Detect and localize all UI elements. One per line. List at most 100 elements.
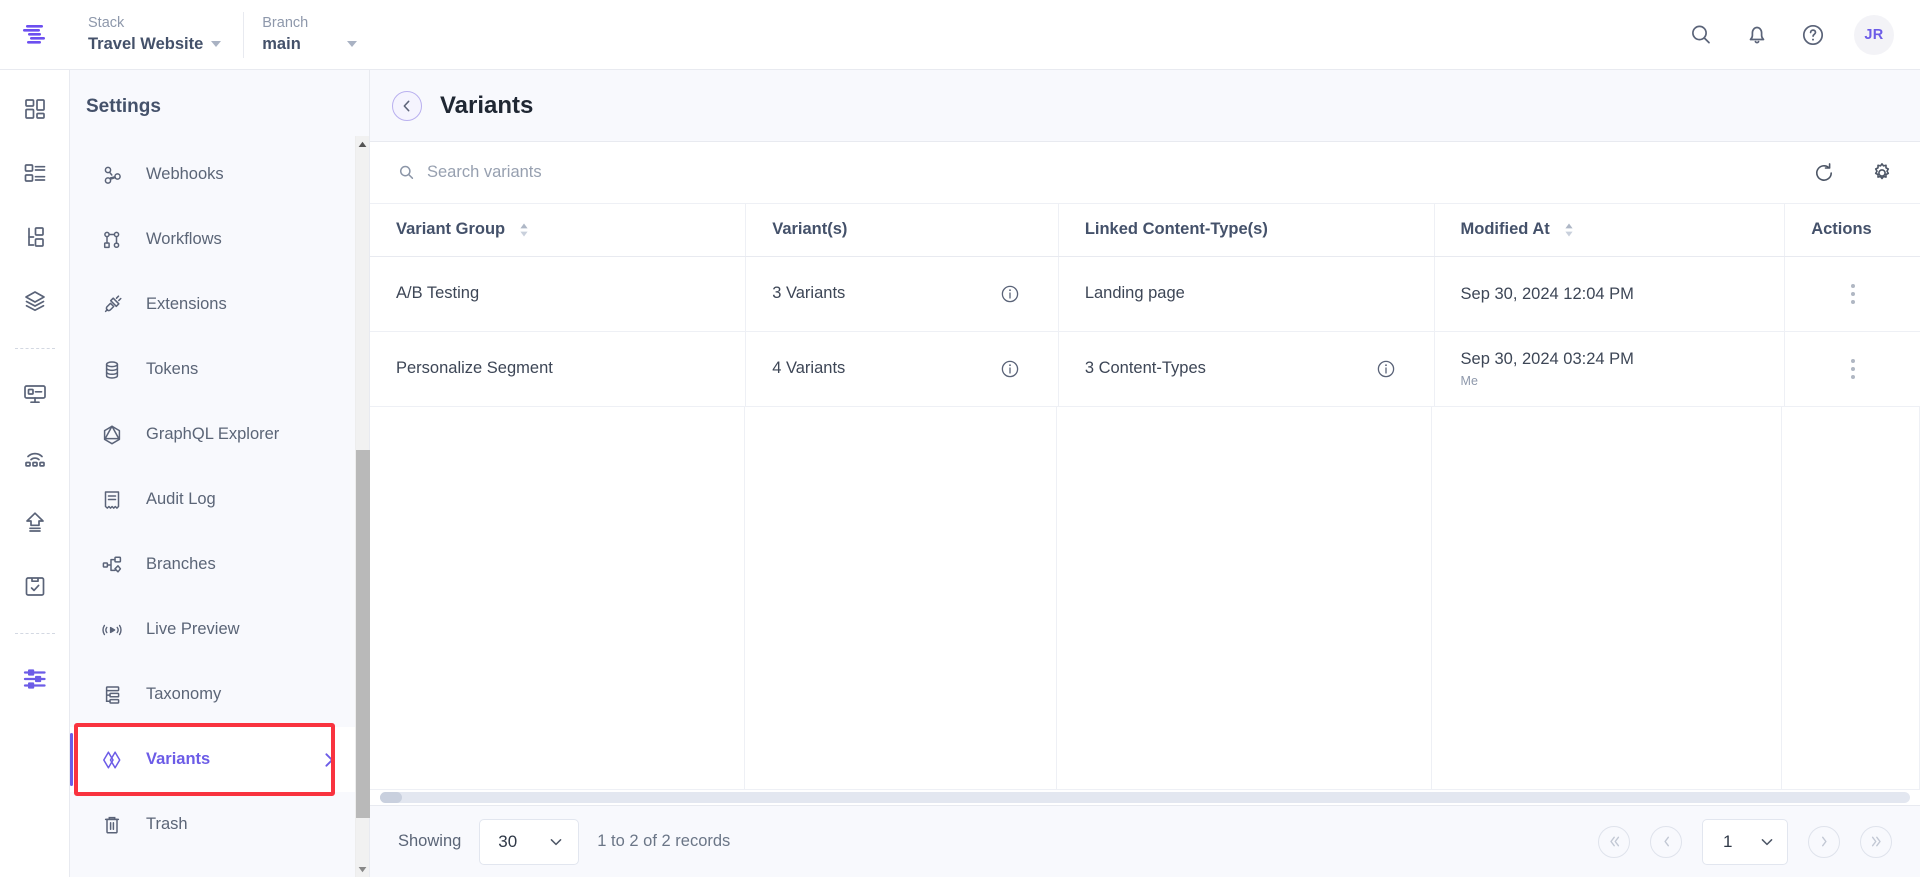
kebab-menu-icon[interactable] <box>1843 358 1863 379</box>
kebab-menu-icon[interactable] <box>1843 283 1863 304</box>
contentstack-logo[interactable] <box>0 0 70 70</box>
search-icon[interactable] <box>1686 20 1716 50</box>
column-header-variant-group[interactable]: Variant Group <box>370 204 747 257</box>
assets-layers-icon[interactable] <box>12 278 58 324</box>
chevron-down-icon <box>346 41 357 47</box>
sort-icon[interactable] <box>519 222 529 238</box>
h-scroll-track[interactable] <box>380 792 1910 803</box>
sidebar-scrollbar[interactable] <box>355 136 370 877</box>
releases-icon[interactable] <box>12 435 58 481</box>
rail-divider <box>14 633 55 634</box>
search-box[interactable] <box>398 163 1810 182</box>
cell-linked-content-types: Landing page <box>1058 256 1435 332</box>
sidebar-item-audit-log[interactable]: Audit Log <box>70 467 355 532</box>
last-page-button[interactable] <box>1860 825 1892 858</box>
settings-sliders-icon[interactable] <box>12 656 58 702</box>
back-button[interactable] <box>392 90 422 121</box>
webhook-icon <box>100 163 124 187</box>
sort-icon[interactable] <box>1564 222 1574 238</box>
column-header-actions: Actions <box>1784 204 1920 257</box>
audit-log-icon <box>100 488 124 512</box>
variant-group-value: A/B Testing <box>396 284 480 302</box>
column-label: Variant Group <box>396 220 506 239</box>
refresh-icon[interactable] <box>1810 159 1838 187</box>
column-header-modified-at[interactable]: Modified At <box>1434 204 1786 257</box>
column-label: Modified At <box>1460 220 1550 239</box>
info-icon[interactable] <box>1000 359 1020 379</box>
notifications-bell-icon[interactable] <box>1742 20 1772 50</box>
variants-count-value: 4 Variants <box>772 359 846 377</box>
cell-actions <box>1784 331 1920 407</box>
sidebar-scroll-track[interactable] <box>355 152 370 861</box>
column-header-linked-content-types[interactable]: Linked Content-Type(s) <box>1058 204 1435 257</box>
branches-icon <box>100 553 124 577</box>
publish-queue-icon[interactable] <box>12 499 58 545</box>
variant-group-value: Personalize Segment <box>396 359 553 377</box>
chevron-down-icon <box>548 834 564 850</box>
linked-content-types-value: Landing page <box>1084 284 1185 302</box>
sidebar-item-trash[interactable]: Trash <box>70 792 355 857</box>
content-models-icon[interactable] <box>12 214 58 260</box>
info-icon[interactable] <box>1000 284 1020 304</box>
sidebar-item-label: Live Preview <box>146 620 240 638</box>
variants-table: Variant Group Variant(s) Linked Content-… <box>370 204 1920 407</box>
sidebar-item-variants[interactable]: Variants <box>70 727 355 792</box>
showing-label: Showing <box>398 832 462 850</box>
sidebar-item-webhooks[interactable]: Webhooks <box>70 142 355 207</box>
trash-icon <box>100 813 124 837</box>
page-title: Variants <box>440 91 534 119</box>
extensions-plug-icon <box>100 293 124 317</box>
first-page-button[interactable] <box>1598 825 1630 858</box>
table-horizontal-scrollbar[interactable] <box>370 789 1920 805</box>
settings-sidebar: Settings Webhooks Workflows Extensions T… <box>70 70 370 877</box>
sidebar-item-label: Trash <box>146 815 188 833</box>
search-input[interactable] <box>427 163 847 182</box>
live-preview-monitor-icon[interactable] <box>12 371 58 417</box>
settings-nav-list: Webhooks Workflows Extensions Tokens Gra… <box>70 136 355 877</box>
info-icon[interactable] <box>1376 359 1396 379</box>
prev-page-button[interactable] <box>1650 825 1682 858</box>
stack-selector[interactable]: Stack Travel Website <box>70 11 245 58</box>
scroll-down-arrow-icon[interactable] <box>358 861 367 877</box>
content-entries-icon[interactable] <box>12 150 58 196</box>
sidebar-item-branches[interactable]: Branches <box>70 532 355 597</box>
sidebar-item-extensions[interactable]: Extensions <box>70 272 355 337</box>
pagination-left: Showing 30 1 to 2 of 2 records <box>398 818 731 865</box>
variants-count-value: 3 Variants <box>772 284 846 302</box>
sidebar-item-taxonomy[interactable]: Taxonomy <box>70 662 355 727</box>
sidebar-item-label: Extensions <box>146 295 227 313</box>
page-size-select[interactable]: 30 <box>479 818 580 865</box>
table-row[interactable]: A/B Testing 3 Variants Landing page Sep … <box>370 256 1920 332</box>
next-page-button[interactable] <box>1808 825 1840 858</box>
tasks-clipboard-icon[interactable] <box>12 563 58 609</box>
column-header-variants[interactable]: Variant(s) <box>745 204 1059 257</box>
page-number-select[interactable]: 1 <box>1702 818 1788 865</box>
gear-icon[interactable] <box>1868 159 1896 187</box>
graphql-icon <box>100 423 124 447</box>
table-header-row: Variant Group Variant(s) Linked Content-… <box>370 204 1920 257</box>
h-scroll-thumb[interactable] <box>380 792 402 803</box>
cell-linked-content-types: 3 Content-Types <box>1058 331 1435 407</box>
scroll-up-arrow-icon[interactable] <box>358 136 367 152</box>
table-row[interactable]: Personalize Segment 4 Variants 3 Content… <box>370 331 1920 407</box>
help-circle-icon[interactable] <box>1798 20 1828 50</box>
sidebar-item-tokens[interactable]: Tokens <box>70 337 355 402</box>
sidebar-item-graphql-explorer[interactable]: GraphQL Explorer <box>70 402 355 467</box>
dashboard-icon[interactable] <box>12 86 58 132</box>
sidebar-scroll-thumb[interactable] <box>355 449 370 819</box>
sidebar-item-workflows[interactable]: Workflows <box>70 207 355 272</box>
pagination-bar: Showing 30 1 to 2 of 2 records 1 <box>370 805 1920 877</box>
avatar[interactable]: JR <box>1854 14 1894 55</box>
sidebar-item-label: GraphQL Explorer <box>146 425 280 443</box>
page-size-value: 30 <box>498 831 518 851</box>
column-label: Actions <box>1811 220 1872 239</box>
rail-divider <box>14 348 55 349</box>
chevron-down-icon <box>1759 834 1775 850</box>
branch-selector[interactable]: Branch main <box>244 12 379 58</box>
sidebar-item-live-preview[interactable]: Live Preview <box>70 597 355 662</box>
records-count-text: 1 to 2 of 2 records <box>597 832 731 850</box>
chevron-down-icon <box>211 41 222 47</box>
pagination-controls: 1 <box>1598 818 1892 865</box>
chevron-right-icon <box>319 750 339 770</box>
toolbar-actions <box>1810 159 1896 187</box>
